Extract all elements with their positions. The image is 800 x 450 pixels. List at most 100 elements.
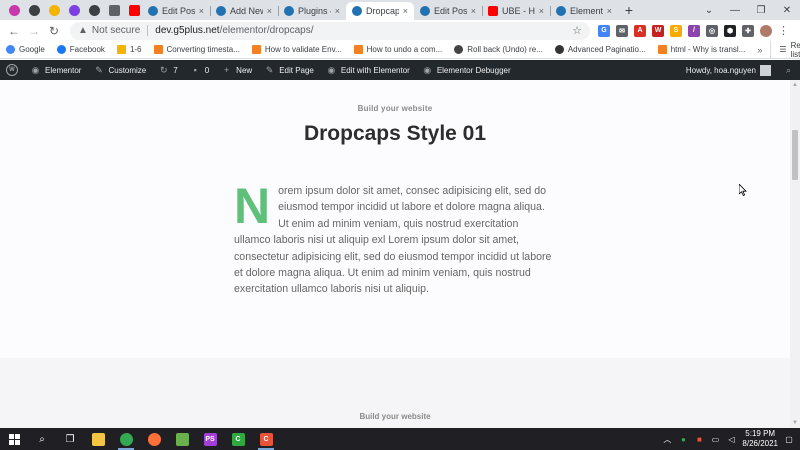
camera-extension-icon[interactable]: ◎ — [706, 24, 718, 37]
address-bar[interactable]: ▲ Not secure dev.g5plus.net /elementor/d… — [70, 21, 590, 40]
pinned-tab-4-icon — [68, 4, 80, 16]
bookmark-item[interactable]: Google — [6, 45, 45, 54]
taskbar-notepadpp[interactable] — [168, 428, 196, 450]
wp-updates-menu[interactable]: ↻ 7 — [152, 60, 183, 80]
taskbar-camtasia-green[interactable]: C — [224, 428, 252, 450]
browser-tab[interactable]: Plugins ‹ × — [278, 2, 346, 20]
task-view-button[interactable]: ❐ — [56, 428, 84, 450]
volume-icon[interactable]: ◁ — [726, 434, 736, 444]
security-label[interactable]: Not secure — [92, 25, 140, 36]
bookmark-item[interactable]: Converting timesta... — [153, 45, 240, 54]
bookmark-label: 1-6 — [129, 45, 142, 54]
more-menu-icon[interactable]: ⋮ — [778, 24, 789, 37]
comment-icon: ▪ — [193, 65, 197, 75]
wp-elementor-menu[interactable]: ◉ Elementor — [24, 60, 87, 80]
wp-search-button[interactable]: ⌕ — [777, 60, 800, 80]
bookmarks-overflow-button[interactable]: » — [757, 45, 762, 55]
task-view-icon: ❐ — [65, 433, 75, 445]
bookmark-item[interactable]: Facebook — [56, 45, 105, 54]
close-icon[interactable]: × — [539, 6, 544, 16]
bookmark-item[interactable]: Roll back (Undo) re... — [454, 45, 543, 54]
wp-logo-menu[interactable]: W — [0, 60, 24, 80]
reload-icon[interactable]: ↻ — [44, 21, 64, 41]
pinned-tab-7[interactable] — [126, 0, 142, 20]
close-icon[interactable]: × — [335, 6, 340, 16]
extensions-area: G ✉ A W S / ◎ ⬢ ✚ ⋮ — [598, 24, 789, 37]
search-button[interactable]: ⌕ — [28, 428, 56, 450]
translate-extension-icon[interactable]: G — [598, 24, 610, 37]
updates-icon: ↻ — [159, 64, 168, 75]
bookmark-item[interactable]: How to validate Env... — [251, 45, 342, 54]
wp-edit-elementor-menu[interactable]: ◉ Edit with Elementor — [320, 60, 416, 80]
browser-tab[interactable]: Edit Post ‹ × — [142, 2, 210, 20]
taskbar-explorer[interactable] — [84, 428, 112, 450]
browser-tab[interactable]: UBE - How × — [482, 2, 550, 20]
close-icon[interactable]: × — [199, 6, 204, 16]
dark-extension-icon[interactable]: ⬢ — [724, 24, 736, 37]
taskbar-camtasia-red[interactable]: C — [252, 428, 280, 450]
mail-extension-icon[interactable]: ✉ — [616, 24, 628, 37]
back-icon[interactable]: ← — [4, 21, 24, 41]
browser-tab[interactable]: Edit Post ‹ × — [414, 2, 482, 20]
pinned-tab-1[interactable] — [6, 0, 22, 20]
bookmark-item[interactable]: 1-6 — [116, 45, 142, 54]
url-path: /elementor/dropcaps/ — [219, 25, 314, 36]
chevron-up-icon[interactable]: ︿ — [662, 434, 672, 444]
profile-avatar[interactable] — [760, 24, 772, 37]
wp-edit-page-menu[interactable]: ✎ Edit Page — [258, 60, 320, 80]
tray-app-icon[interactable]: ■ — [694, 434, 704, 444]
firefox-icon — [147, 432, 161, 446]
close-icon[interactable]: × — [403, 6, 408, 16]
restore-icon[interactable]: ❐ — [748, 0, 774, 20]
github-icon — [454, 45, 464, 54]
page-scrollbar[interactable]: ▲ ▼ — [790, 80, 800, 428]
browser-tab[interactable]: Elementor × — [550, 2, 618, 20]
window-close-icon[interactable]: ✕ — [774, 0, 800, 20]
purple-extension-icon[interactable]: / — [688, 24, 700, 37]
close-icon[interactable]: × — [267, 6, 272, 16]
notifications-icon[interactable]: ▢ — [784, 434, 794, 444]
network-icon[interactable]: ▭ — [710, 434, 720, 444]
wp-debugger-label: Elementor Debugger — [436, 65, 511, 75]
bookmark-item[interactable]: html - Why is transl... — [657, 45, 745, 54]
browser-tab[interactable]: Add New × — [210, 2, 278, 20]
pinned-tab-4[interactable] — [66, 0, 82, 20]
pinned-tab-2[interactable] — [26, 0, 42, 20]
red-extension-icon[interactable]: W — [652, 24, 664, 37]
start-button[interactable] — [0, 428, 28, 450]
yellow-extension-icon[interactable]: S — [670, 24, 682, 37]
pinned-tab-3[interactable] — [46, 0, 62, 20]
taskbar-phpstorm[interactable]: PS — [196, 428, 224, 450]
puzzle-extensions-icon[interactable]: ✚ — [742, 24, 754, 37]
scroll-up-icon[interactable]: ▲ — [790, 80, 800, 90]
minimize-icon[interactable]: — — [722, 0, 748, 20]
taskbar-firefox[interactable] — [140, 428, 168, 450]
wp-account-menu[interactable]: Howdy, hoa.nguyen — [680, 60, 777, 80]
wp-customize-menu[interactable]: ✎ Customize — [87, 60, 152, 80]
tab-search-icon[interactable]: ⌄ — [696, 0, 722, 20]
wp-comments-menu[interactable]: ▪ 0 — [184, 60, 215, 80]
new-tab-button[interactable]: + — [618, 0, 640, 20]
scroll-thumb[interactable] — [792, 130, 798, 180]
pinned-tab-5[interactable] — [86, 0, 102, 20]
bookmark-item[interactable]: How to undo a com... — [353, 45, 442, 54]
forward-icon[interactable]: → — [24, 21, 44, 41]
bookmark-star-icon[interactable]: ☆ — [572, 24, 582, 37]
close-icon[interactable]: × — [607, 6, 612, 16]
wp-debugger-menu[interactable]: ◉ Elementor Debugger — [416, 60, 517, 80]
pinned-tab-6[interactable] — [106, 0, 122, 20]
taskbar-chrome[interactable] — [112, 428, 140, 450]
pinned-tab-5-icon — [88, 4, 100, 16]
wp-new-menu[interactable]: + New — [215, 60, 258, 80]
taskbar-clock[interactable]: 5:19 PM 8/26/2021 — [742, 429, 778, 449]
tray-app-icon[interactable]: ● — [678, 434, 688, 444]
reading-list-button[interactable]: ☰Reading list — [770, 40, 800, 59]
warning-icon[interactable]: ▲ — [78, 25, 88, 36]
browser-tab-active[interactable]: Dropcaps × — [346, 2, 414, 20]
adblock-extension-icon[interactable]: A — [634, 24, 646, 37]
bookmark-item[interactable]: Advanced Paginatio... — [554, 45, 646, 54]
avatar — [760, 64, 771, 76]
close-icon[interactable]: × — [471, 6, 476, 16]
bookmarks-bar: Google Facebook 1-6 Converting timesta..… — [0, 40, 800, 59]
scroll-down-icon[interactable]: ▼ — [790, 418, 800, 428]
